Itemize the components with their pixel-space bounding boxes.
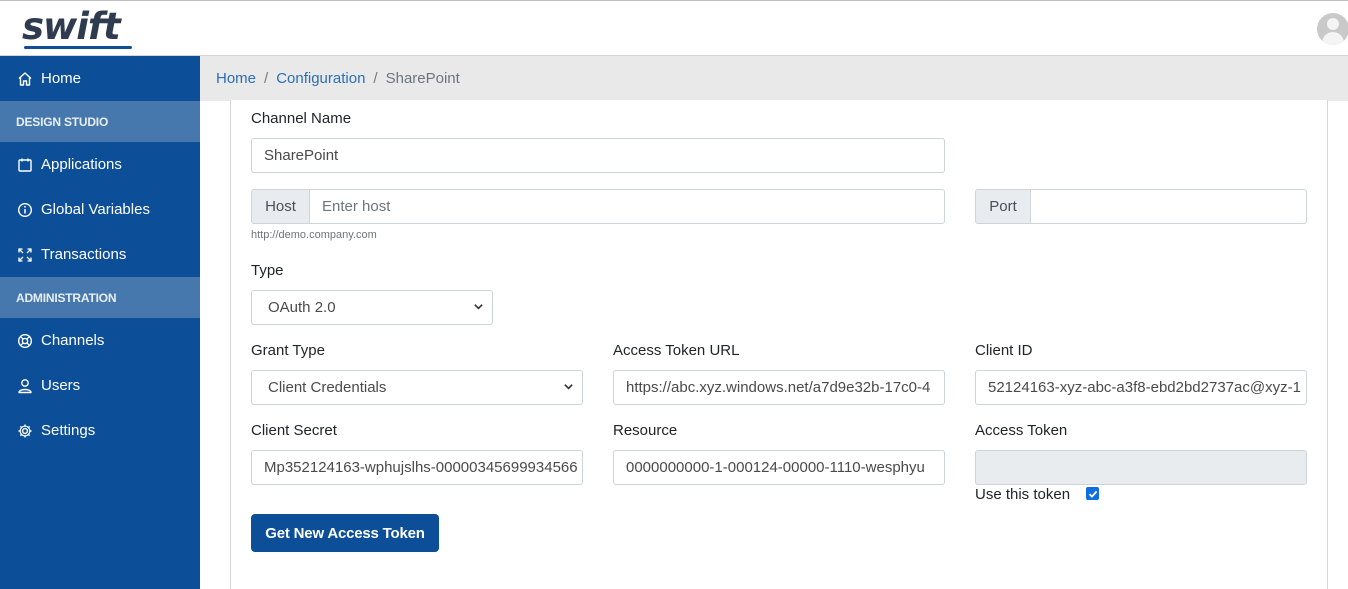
user-icon (17, 378, 33, 394)
sidebar-item-label: Home (41, 70, 82, 87)
use-token-label: Use this token (975, 486, 1071, 503)
resource-input[interactable]: 0000000000-1-000124-00000-1110-wesphyu (613, 450, 945, 485)
channel-name-label: Channel Name (251, 110, 352, 127)
sidebar-item-applications[interactable]: Applications (0, 142, 200, 187)
user-avatar-icon[interactable] (1317, 13, 1348, 45)
expand-arrows-icon (17, 247, 33, 263)
access-token-input (975, 450, 1307, 485)
sidebar-item-label: Transactions (41, 246, 127, 263)
breadcrumb: Home / Configuration / SharePoint (200, 56, 1348, 101)
access-token-label: Access Token (975, 422, 1068, 439)
resource-label: Resource (613, 422, 678, 439)
grant-type-label: Grant Type (251, 342, 325, 359)
sidebar-item-home[interactable]: Home (0, 56, 200, 101)
get-new-access-token-button[interactable]: Get New Access Token (251, 514, 439, 552)
breadcrumb-configuration[interactable]: Configuration (276, 70, 365, 87)
calendar-icon (17, 157, 33, 173)
sidebar-item-label: Applications (41, 156, 122, 173)
swift-logo[interactable]: swift (22, 7, 121, 47)
breadcrumb-separator: / (264, 70, 269, 87)
host-input[interactable]: Enter host (309, 189, 945, 224)
type-select[interactable]: OAuth 2.0 (251, 290, 493, 325)
type-label: Type (251, 262, 284, 279)
port-addon: Port (975, 189, 1031, 224)
chevron-down-icon (564, 384, 573, 390)
breadcrumb-current: SharePoint (385, 70, 460, 87)
breadcrumb-home[interactable]: Home (216, 70, 256, 87)
sidebar-item-users[interactable]: Users (0, 363, 200, 408)
channels-icon (17, 333, 33, 349)
gear-icon (17, 423, 33, 439)
client-secret-label: Client Secret (251, 422, 337, 439)
section-design-studio: DESIGN STUDIO (0, 101, 200, 142)
section-administration: ADMINISTRATION (0, 277, 200, 318)
client-secret-input[interactable]: Mp352124163-wphujslhs-00000345699934566 (251, 450, 583, 485)
sidebar-item-transactions[interactable]: Transactions (0, 232, 200, 277)
sidebar-item-label: Channels (41, 332, 105, 349)
sidebar-item-channels[interactable]: Channels (0, 318, 200, 363)
host-addon: Host (251, 189, 310, 224)
host-help-text: http://demo.company.com (251, 229, 377, 241)
grant-type-select[interactable]: Client Credentials (251, 370, 583, 405)
breadcrumb-separator: / (373, 70, 378, 87)
sidebar: Home DESIGN STUDIO Applications Global V… (0, 56, 200, 589)
access-token-url-label: Access Token URL (613, 342, 740, 359)
access-token-url-input[interactable]: https://abc.xyz.windows.net/a7d9e32b-17c… (613, 370, 945, 405)
sidebar-item-label: Users (41, 377, 81, 394)
top-bar: swift (0, 0, 1348, 56)
use-token-checkbox[interactable] (1086, 487, 1099, 500)
chevron-down-icon (474, 304, 483, 310)
sidebar-item-settings[interactable]: Settings (0, 408, 200, 453)
sidebar-item-global-variables[interactable]: Global Variables (0, 187, 200, 232)
logo-underline (24, 46, 132, 49)
home-icon (17, 71, 33, 87)
client-id-label: Client ID (975, 342, 1033, 359)
sidebar-item-label: Settings (41, 422, 96, 439)
grant-type-select-value: Client Credentials (268, 379, 387, 396)
info-icon (17, 202, 33, 218)
sidebar-item-label: Global Variables (41, 201, 150, 218)
checkmark-icon (1088, 490, 1097, 498)
type-select-value: OAuth 2.0 (268, 299, 336, 316)
client-id-input[interactable]: 52124163-xyz-abc-a3f8-ebd2bd2737ac@xyz-1 (975, 370, 1307, 405)
port-input[interactable] (1030, 189, 1307, 224)
channel-name-input[interactable]: SharePoint (251, 138, 945, 173)
